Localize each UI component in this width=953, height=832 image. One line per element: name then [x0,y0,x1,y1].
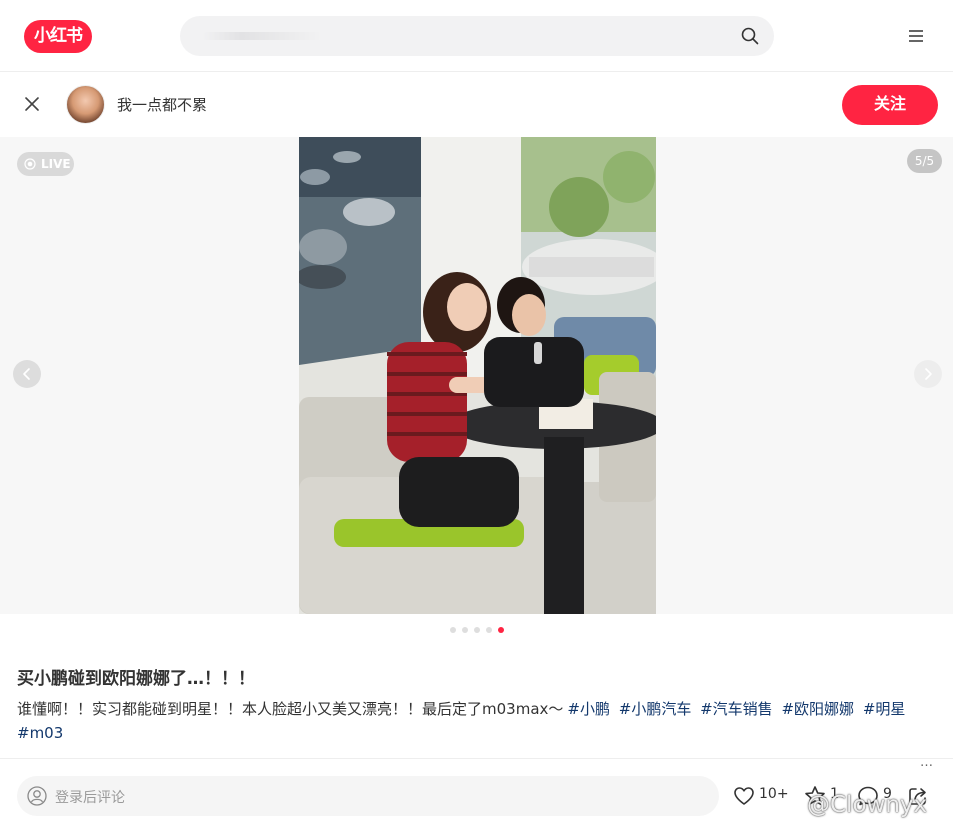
search-icon[interactable] [741,27,759,45]
note-photo[interactable] [299,137,656,614]
live-badge[interactable]: LIVE [17,152,74,176]
hashtag-link[interactable]: #小鹏汽车 [619,700,692,718]
photo-illustration [299,137,656,614]
xiaohongshu-logo[interactable]: 小红书 [24,20,92,53]
pagination-dot[interactable] [474,627,480,633]
author-bar: 我一点都不累 关注 [0,73,953,137]
follow-button[interactable]: 关注 [842,85,938,125]
carousel-pagination [450,627,510,633]
top-navigation-bar: 小红书 [0,0,953,72]
hashtag-link[interactable]: #明星 [863,700,906,718]
menu-icon[interactable] [907,27,925,45]
note-title: 买小鹏碰到欧阳娜娜了…！！！ [17,669,255,689]
pagination-dot[interactable] [486,627,492,633]
next-slide-button[interactable] [914,360,942,388]
previous-slide-button[interactable] [13,360,41,388]
note-description-text: 谁懂啊！！实习都能碰到明星！！本人脸超小又美又漂亮！！最后定了m03max～ [17,700,564,718]
hashtag-link[interactable]: #小鹏 [567,700,610,718]
search-redacted-text [202,32,322,40]
media-carousel[interactable]: LIVE 5/5 [0,137,953,614]
pagination-dot[interactable] [462,627,468,633]
hashtag-link[interactable]: #欧阳娜娜 [781,700,854,718]
author-name[interactable]: 我一点都不累 [117,94,207,115]
live-label: LIVE [41,157,71,171]
user-avatar-icon [27,786,47,806]
hashtag-link[interactable]: #m03 [17,724,63,742]
close-icon[interactable] [23,95,41,113]
pagination-dot[interactable] [450,627,456,633]
chevron-right-icon [925,368,932,380]
pagination-dot-active[interactable] [498,627,504,633]
interaction-bar: … 登录后评论 10+ 1 9 @Clownyx [0,755,953,832]
heart-icon [734,787,754,805]
comment-placeholder: 登录后评论 [55,790,125,806]
author-avatar[interactable] [66,85,105,124]
hashtag-link[interactable]: #汽车销售 [700,700,773,718]
comment-input[interactable]: 登录后评论 [17,776,719,816]
more-options-button[interactable]: … [920,755,934,770]
live-icon [24,158,36,170]
weibo-watermark: @Clownyx [807,792,928,818]
note-description: 谁懂啊！！实习都能碰到明星！！本人脸超小又美又漂亮！！最后定了m03max～ #小… [17,697,937,745]
like-count: 10+ [759,786,789,802]
slide-counter: 5/5 [907,149,942,173]
chevron-left-icon [23,368,30,380]
search-bar[interactable] [180,16,774,56]
